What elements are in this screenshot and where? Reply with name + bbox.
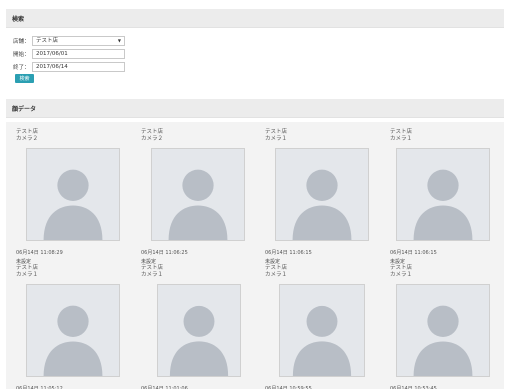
store-row: 店舗： テスト店 ▼	[13, 36, 125, 46]
card-timestamp: 06月14日 11:08:29	[16, 250, 63, 256]
face-photo[interactable]	[396, 148, 490, 241]
face-card[interactable]: テスト店 カメラ１ 06月14日 11:06:15 未設定	[390, 129, 490, 265]
card-timestamp: 06月14日 11:06:15	[390, 250, 437, 256]
card-status: 未設定	[390, 259, 406, 265]
search-section-header: 検索	[6, 9, 504, 28]
person-placeholder-icon	[276, 149, 368, 240]
person-placeholder-icon	[27, 149, 119, 240]
card-camera-name: カメラ１	[390, 136, 413, 142]
face-data-section-header: 顔データ	[6, 99, 504, 118]
card-store-name: テスト店	[16, 129, 39, 135]
card-timestamp: 06月14日 11:06:15	[265, 250, 312, 256]
card-camera-name: カメラ１	[265, 272, 288, 278]
start-date-value: 2017/06/01	[36, 51, 68, 57]
face-data-section-title: 顔データ	[12, 106, 37, 113]
person-placeholder-icon	[397, 149, 489, 240]
card-timestamp: 06月14日 11:05:12	[16, 386, 63, 389]
card-store-name: テスト店	[390, 265, 413, 271]
search-section-title: 検索	[12, 16, 25, 23]
person-placeholder-icon	[158, 285, 240, 376]
card-timestamp: 06月14日 10:59:55	[265, 386, 312, 389]
card-camera-name: カメラ２	[16, 136, 39, 142]
card-timestamp: 06月14日 11:06:25	[141, 250, 188, 256]
end-date-label: 終了：	[13, 65, 30, 71]
card-status: 未設定	[265, 259, 281, 265]
search-button[interactable]: 検索	[15, 74, 34, 83]
card-store-name: テスト店	[390, 129, 413, 135]
face-photo[interactable]	[26, 284, 120, 377]
face-card[interactable]: テスト店 カメラ１ 06月14日 11:06:15 未設定	[265, 129, 369, 265]
store-select-value: テスト店	[36, 38, 59, 44]
face-card[interactable]: テスト店 カメラ１ 06月14日 10:53:45 未設定	[390, 265, 490, 389]
card-timestamp: 06月14日 10:53:45	[390, 386, 437, 389]
card-camera-name: カメラ２	[141, 136, 164, 142]
card-store-name: テスト店	[141, 129, 164, 135]
end-date-value: 2017/06/14	[36, 64, 68, 70]
face-photo[interactable]	[26, 148, 120, 241]
card-status: 未設定	[141, 259, 157, 265]
face-data-grid: テスト店 カメラ２ 06月14日 11:08:29 未設定 テスト店 カメラ２ …	[6, 122, 504, 389]
card-camera-name: カメラ１	[265, 136, 288, 142]
person-placeholder-icon	[27, 285, 119, 376]
face-card[interactable]: テスト店 カメラ１ 06月14日 11:01:06 未設定	[141, 265, 241, 389]
start-date-input[interactable]: 2017/06/01	[32, 49, 125, 59]
card-store-name: テスト店	[265, 265, 288, 271]
card-store-name: テスト店	[16, 265, 39, 271]
face-card[interactable]: テスト店 カメラ２ 06月14日 11:08:29 未設定	[16, 129, 120, 265]
face-photo[interactable]	[157, 284, 241, 377]
start-date-label: 開始：	[13, 52, 30, 58]
card-status: 未設定	[16, 259, 32, 265]
face-photo[interactable]	[396, 284, 490, 377]
start-date-row: 開始： 2017/06/01	[13, 49, 125, 59]
card-camera-name: カメラ１	[16, 272, 39, 278]
person-placeholder-icon	[152, 149, 244, 240]
store-select[interactable]: テスト店 ▼	[32, 36, 125, 46]
card-camera-name: カメラ１	[390, 272, 413, 278]
end-date-input[interactable]: 2017/06/14	[32, 62, 125, 72]
face-photo[interactable]	[151, 148, 245, 241]
face-photo[interactable]	[275, 148, 369, 241]
face-photo[interactable]	[279, 284, 365, 377]
card-store-name: テスト店	[265, 129, 288, 135]
chevron-down-icon: ▼	[117, 38, 121, 43]
card-camera-name: カメラ１	[141, 272, 164, 278]
end-date-row: 終了： 2017/06/14	[13, 62, 125, 72]
card-store-name: テスト店	[141, 265, 164, 271]
person-placeholder-icon	[397, 285, 489, 376]
card-timestamp: 06月14日 11:01:06	[141, 386, 188, 389]
face-card[interactable]: テスト店 カメラ２ 06月14日 11:06:25 未設定	[141, 129, 245, 265]
store-label: 店舗：	[13, 39, 30, 45]
face-card[interactable]: テスト店 カメラ１ 06月14日 11:05:12 未設定	[16, 265, 120, 389]
face-card[interactable]: テスト店 カメラ１ 06月14日 10:59:55 未設定	[265, 265, 365, 389]
person-placeholder-icon	[280, 285, 364, 376]
